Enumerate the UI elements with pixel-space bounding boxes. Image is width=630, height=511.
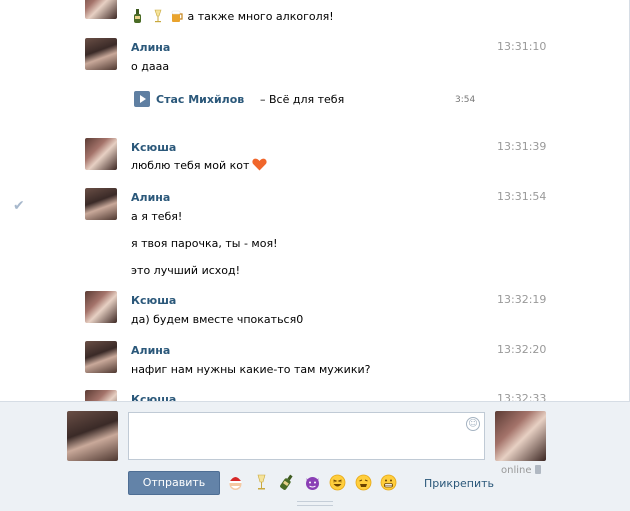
message-line: о дааа xyxy=(131,60,170,73)
champagne-emoji[interactable] xyxy=(253,474,270,491)
emoji-quick-bar xyxy=(227,474,402,492)
bottle-emoji[interactable] xyxy=(278,474,295,491)
message-line: а также много алкоголя! xyxy=(131,9,334,23)
check-icon: ✔ xyxy=(13,198,25,214)
avatar[interactable] xyxy=(85,341,117,373)
audio-title: – Всё для тебя xyxy=(260,93,345,106)
devil-emoji[interactable] xyxy=(304,474,321,491)
message-line: а я тебя! xyxy=(131,210,183,223)
heart-emoji xyxy=(252,158,267,171)
message-line: да) будем вместе чпокаться0 xyxy=(131,313,304,326)
avatar[interactable] xyxy=(85,0,117,19)
message-line: это лучший исход! xyxy=(131,264,241,277)
audio-artist[interactable]: Стас Михйлов xyxy=(156,93,244,106)
smile-icon[interactable]: ☺ xyxy=(466,417,480,431)
bottle-emoji xyxy=(131,9,145,23)
message-line: нафиг нам нужны какие-то там мужики? xyxy=(131,363,371,376)
mobile-icon xyxy=(534,465,541,474)
online-status-text: online xyxy=(501,465,532,476)
send-button[interactable]: Отправить xyxy=(128,471,220,495)
tired-emoji[interactable] xyxy=(355,474,372,491)
message-line: люблю тебя мой кот xyxy=(131,158,267,172)
resize-handle[interactable] xyxy=(297,501,333,506)
message-time[interactable]: 13:32:33 xyxy=(497,392,546,401)
message-text: а также много алкоголя! xyxy=(187,10,334,23)
avatar[interactable] xyxy=(85,138,117,170)
avatar[interactable] xyxy=(85,390,117,401)
message-history[interactable]: а также много алкоголя! Алина 13:31:10 о… xyxy=(0,0,630,401)
message-time[interactable]: 13:31:10 xyxy=(497,40,546,53)
message-time[interactable]: 13:31:39 xyxy=(497,140,546,153)
message-input[interactable] xyxy=(128,412,485,460)
attach-link[interactable]: Прикрепить xyxy=(424,477,494,490)
composer-panel: ☺ Отправить Прикрепить online xyxy=(0,401,630,511)
message-author[interactable]: Ксюша xyxy=(131,294,176,307)
message-line: я твоя парочка, ты - моя! xyxy=(131,237,278,250)
message-time[interactable]: 13:32:19 xyxy=(497,293,546,306)
message-time[interactable]: 13:31:54 xyxy=(497,190,546,203)
my-avatar[interactable] xyxy=(67,411,118,461)
avatar[interactable] xyxy=(85,188,117,220)
message-text: люблю тебя мой кот xyxy=(131,159,250,172)
play-icon[interactable] xyxy=(134,91,150,107)
message-author[interactable]: Ксюша xyxy=(131,141,176,154)
online-status: online xyxy=(501,465,541,476)
grimace-emoji[interactable] xyxy=(380,474,397,491)
peer-avatar[interactable] xyxy=(495,411,546,461)
champagne-emoji xyxy=(151,9,165,23)
message-author[interactable]: Алина xyxy=(131,344,170,357)
audio-duration: 3:54 xyxy=(455,95,476,105)
beer-emoji xyxy=(170,9,184,23)
avatar[interactable] xyxy=(85,38,117,70)
laugh-emoji[interactable] xyxy=(329,474,346,491)
santa-emoji[interactable] xyxy=(227,474,244,491)
message-author[interactable]: Алина xyxy=(131,191,170,204)
message-author[interactable]: Алина xyxy=(131,41,170,54)
message-author[interactable]: Ксюша xyxy=(131,393,176,401)
audio-attachment: Стас Михйлов – Всё для тебя 3:54 xyxy=(134,91,476,107)
message-time[interactable]: 13:32:20 xyxy=(497,343,546,356)
avatar[interactable] xyxy=(85,291,117,323)
